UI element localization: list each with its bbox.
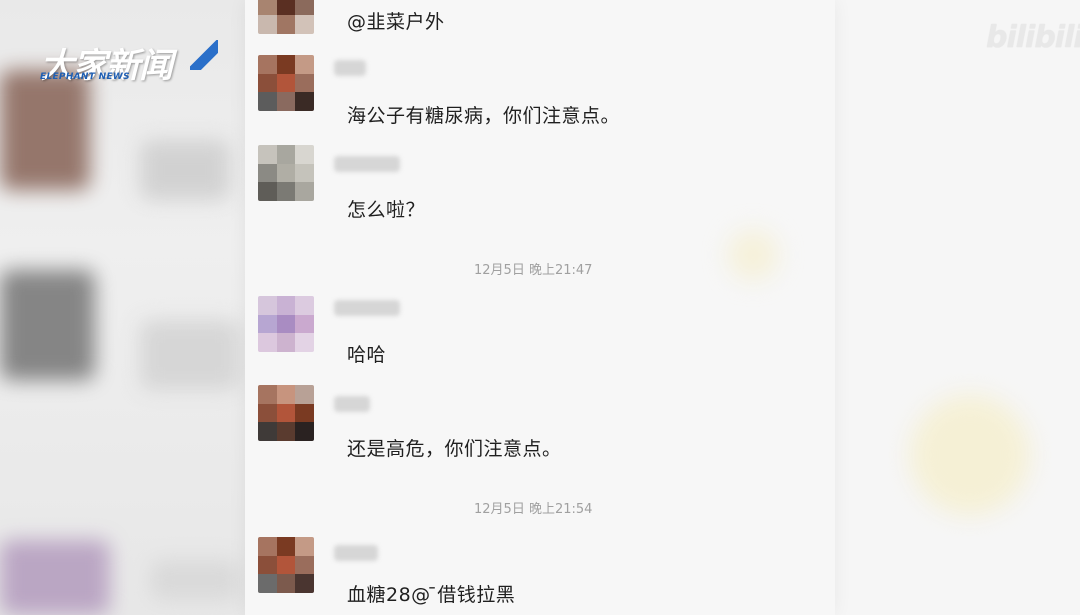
avatar[interactable] — [258, 145, 314, 201]
sender-name-blurred — [334, 545, 378, 561]
blurred-text — [140, 140, 230, 200]
light-glare — [728, 230, 778, 280]
news-logo: 大家新闻 ELEPHANT NEWS — [40, 38, 218, 88]
blurred-text — [140, 320, 240, 390]
chat-message: 海公子有糖尿病，你们注意点。 — [347, 105, 621, 127]
message-timestamp: 12月5日 晚上21:54 — [474, 502, 593, 517]
blurred-avatar — [0, 540, 110, 615]
chat-message: 还是高危，你们注意点。 — [347, 438, 562, 460]
sender-name-blurred — [334, 60, 366, 76]
sender-name-blurred — [334, 300, 400, 316]
logo-slash-mark — [190, 40, 218, 70]
bilibili-watermark: bilibili — [986, 20, 1080, 55]
blurred-left-panel — [0, 0, 245, 615]
blurred-avatar — [0, 270, 95, 380]
avatar[interactable] — [258, 55, 314, 111]
sender-name-blurred — [334, 396, 370, 412]
blurred-text — [150, 560, 240, 600]
avatar[interactable] — [258, 296, 314, 352]
avatar[interactable] — [258, 537, 314, 593]
avatar[interactable] — [258, 0, 314, 34]
sender-name-blurred — [334, 156, 400, 172]
blurred-avatar — [0, 70, 90, 190]
blurred-right-panel — [835, 0, 1080, 615]
chat-message: 怎么啦？ — [347, 199, 426, 221]
message-timestamp: 12月5日 晚上21:47 — [474, 263, 593, 278]
avatar[interactable] — [258, 385, 314, 441]
chat-message: 哈哈 — [347, 344, 387, 366]
light-glare — [910, 395, 1030, 515]
chat-message: 血糖28@ ̄借钱拉黑 — [347, 584, 516, 606]
chat-message: @韭菜户外 — [347, 11, 445, 33]
news-logo-subtext: ELEPHANT NEWS — [40, 72, 130, 82]
